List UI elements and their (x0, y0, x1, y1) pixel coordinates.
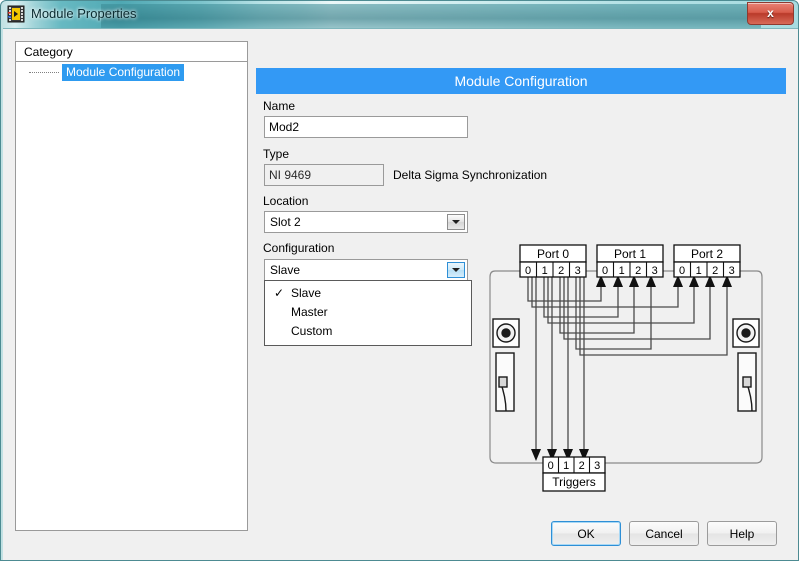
category-header: Category (16, 42, 247, 62)
window-title: Module Properties (31, 6, 137, 21)
window-frame: Module Properties x Category Module Conf… (0, 0, 799, 561)
port-0-box: Port 0 0 1 2 3 (519, 244, 587, 278)
help-button[interactable]: Help (707, 521, 777, 546)
name-label: Name (263, 99, 296, 113)
configuration-selected-value: Slave (270, 263, 301, 277)
port-1-channel-1: 1 (619, 265, 625, 277)
port-0-label: Port 0 (537, 247, 569, 261)
triggers-label: Triggers (552, 475, 596, 489)
cancel-button[interactable]: Cancel (629, 521, 699, 546)
port-1-channel-0: 0 (602, 265, 608, 277)
port-0-channel-0: 0 (525, 265, 531, 277)
location-label: Location (263, 194, 309, 208)
titlebar[interactable]: Module Properties x (1, 1, 798, 28)
dropdown-item-label: Slave (291, 286, 322, 300)
port-2-label: Port 2 (691, 247, 723, 261)
module-routing-diagram: Port 0 0 1 2 3 Port 1 0 1 2 3 Port 2 0 1… (488, 241, 778, 503)
port-0-channel-3: 3 (575, 265, 581, 277)
trigger-channel-3: 3 (594, 460, 600, 472)
close-button[interactable]: x (747, 2, 794, 25)
type-value-field (264, 164, 384, 186)
port-2-channel-1: 1 (696, 265, 702, 277)
close-icon: x (767, 6, 774, 20)
chevron-down-icon[interactable] (447, 214, 465, 230)
port-0-channel-1: 1 (542, 265, 548, 277)
name-input[interactable] (264, 116, 468, 138)
configuration-dropdown-list[interactable]: ✓ Slave Master Custom (264, 280, 472, 346)
port-2-channel-3: 3 (729, 265, 735, 277)
port-2-channel-2: 2 (712, 265, 718, 277)
sidebar-item-label: Module Configuration (62, 64, 185, 81)
port-1-box: Port 1 0 1 2 3 (596, 244, 664, 278)
type-label: Type (263, 147, 290, 161)
dropdown-item-label: Master (291, 305, 328, 319)
right-connector (732, 318, 760, 412)
dropdown-item-slave[interactable]: ✓ Slave (265, 284, 471, 303)
sidebar-item-module-configuration[interactable]: Module Configuration (16, 64, 247, 81)
dropdown-item-label: Custom (291, 324, 333, 338)
module-chassis (489, 270, 763, 464)
location-selected-value: Slot 2 (270, 215, 301, 229)
left-connector (492, 318, 520, 412)
page-title: Module Configuration (256, 68, 786, 94)
tree-connector-line (29, 72, 59, 74)
trigger-channel-1: 1 (563, 460, 569, 472)
configuration-label: Configuration (263, 241, 335, 255)
dialog-client-area: Category Module Configuration Module Con… (3, 28, 798, 560)
triggers-box: 0 1 2 3 Triggers (542, 456, 606, 492)
trigger-channel-0: 0 (548, 460, 554, 472)
location-combobox[interactable]: Slot 2 (264, 211, 468, 233)
chevron-down-icon[interactable] (447, 262, 465, 278)
port-2-box: Port 2 0 1 2 3 (673, 244, 741, 278)
dropdown-item-custom[interactable]: Custom (265, 322, 471, 341)
category-tree-panel: Category Module Configuration (15, 41, 248, 531)
port-1-label: Port 1 (614, 247, 646, 261)
configuration-combobox[interactable]: Slave (264, 259, 468, 281)
ok-button[interactable]: OK (551, 521, 621, 546)
port-1-channel-2: 2 (635, 265, 641, 277)
labview-icon (7, 5, 25, 23)
check-icon: ✓ (274, 286, 285, 300)
dropdown-item-master[interactable]: Master (265, 303, 471, 322)
port-1-channel-3: 3 (652, 265, 658, 277)
port-2-channel-0: 0 (679, 265, 685, 277)
routing-wires (527, 277, 728, 449)
type-description: Delta Sigma Synchronization (393, 168, 548, 182)
trigger-channel-2: 2 (579, 460, 585, 472)
port-0-channel-2: 2 (558, 265, 564, 277)
